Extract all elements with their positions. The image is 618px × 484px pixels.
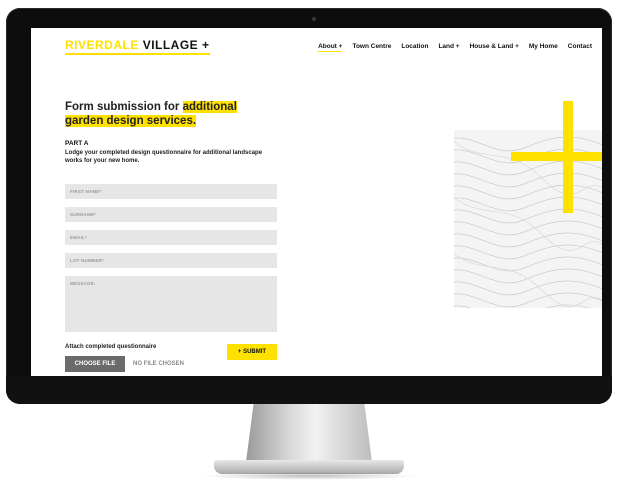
- title-highlight-1: additional: [182, 101, 237, 113]
- nav-item-my-home[interactable]: My Home: [529, 43, 558, 52]
- title-plain: Form submission for: [65, 101, 183, 113]
- webcam-dot: [312, 17, 316, 21]
- first-name-input[interactable]: FIRST NAME*: [65, 184, 277, 199]
- site-logo[interactable]: RIVERDALE VILLAGE +: [65, 38, 210, 55]
- message-textarea[interactable]: MESSAGE:: [65, 276, 277, 332]
- nav-item-town-centre[interactable]: Town Centre: [352, 43, 391, 52]
- section-label: PART A: [65, 140, 89, 147]
- surname-placeholder: SURNAME*: [70, 212, 97, 217]
- logo-riverdale: RIVERDALE: [65, 38, 139, 52]
- logo-village: VILLAGE +: [142, 38, 210, 52]
- nav-item-house-land[interactable]: House & Land +: [470, 43, 519, 52]
- lot-number-placeholder: LOT NUMBER*: [70, 258, 104, 263]
- message-placeholder: MESSAGE:: [70, 281, 96, 286]
- screen: RIVERDALE VILLAGE + About + Town Centre …: [31, 28, 602, 376]
- page-title: Form submission for additional garden de…: [65, 100, 255, 128]
- nav-item-land[interactable]: Land +: [438, 43, 459, 52]
- main-nav: About + Town Centre Location Land + Hous…: [318, 43, 592, 52]
- monitor-chin: [6, 376, 612, 404]
- title-highlight-2: garden design services.: [65, 115, 197, 127]
- email-input[interactable]: EMAIL*: [65, 230, 277, 245]
- nav-item-contact[interactable]: Contact: [568, 43, 592, 52]
- email-placeholder: EMAIL*: [70, 235, 87, 240]
- plus-graphic-horizontal: [511, 152, 602, 161]
- lot-number-input[interactable]: LOT NUMBER*: [65, 253, 277, 268]
- monitor-stand-neck: [246, 404, 372, 462]
- form-lead-text: Lodge your completed design questionnair…: [65, 150, 263, 164]
- monitor-shadow: [200, 472, 418, 480]
- submit-button[interactable]: + SUBMIT: [227, 344, 277, 360]
- attach-label: Attach completed questionnaire: [65, 344, 157, 350]
- nav-item-location[interactable]: Location: [401, 43, 428, 52]
- surname-input[interactable]: SURNAME*: [65, 207, 277, 222]
- no-file-status: NO FILE CHOSEN: [133, 361, 185, 367]
- first-name-placeholder: FIRST NAME*: [70, 189, 102, 194]
- choose-file-button[interactable]: CHOOSE FILE: [65, 356, 125, 372]
- nav-item-about[interactable]: About +: [318, 43, 343, 52]
